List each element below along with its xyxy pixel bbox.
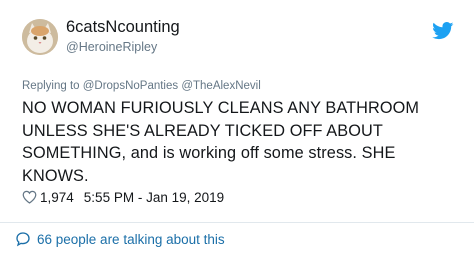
- timestamp[interactable]: 5:55 PM - Jan 19, 2019: [84, 190, 224, 205]
- divider: [0, 222, 474, 223]
- talking-about-link[interactable]: 66 people are talking about this: [15, 230, 225, 248]
- twitter-bird-icon[interactable]: [432, 22, 454, 40]
- user-handle[interactable]: @HeroineRipley: [66, 40, 157, 54]
- avatar[interactable]: [22, 19, 58, 55]
- tweet-meta: 1,974 5:55 PM - Jan 19, 2019: [22, 188, 224, 206]
- tweet-card: 6catsNcounting @HeroineRipley Replying t…: [0, 0, 474, 255]
- tweet-text: NO WOMAN FURIOUSLY CLEANS ANY BATHROOM U…: [22, 99, 420, 185]
- replying-to[interactable]: Replying to @DropsNoPanties @TheAlexNevi…: [22, 80, 261, 92]
- speech-bubble-icon: [16, 232, 30, 247]
- cat-avatar-icon: [22, 19, 58, 55]
- display-name[interactable]: 6catsNcounting: [66, 18, 180, 37]
- like-count[interactable]: 1,974: [40, 190, 74, 205]
- heart-icon[interactable]: [22, 190, 37, 204]
- talking-about-label[interactable]: 66 people are talking about this: [37, 232, 225, 247]
